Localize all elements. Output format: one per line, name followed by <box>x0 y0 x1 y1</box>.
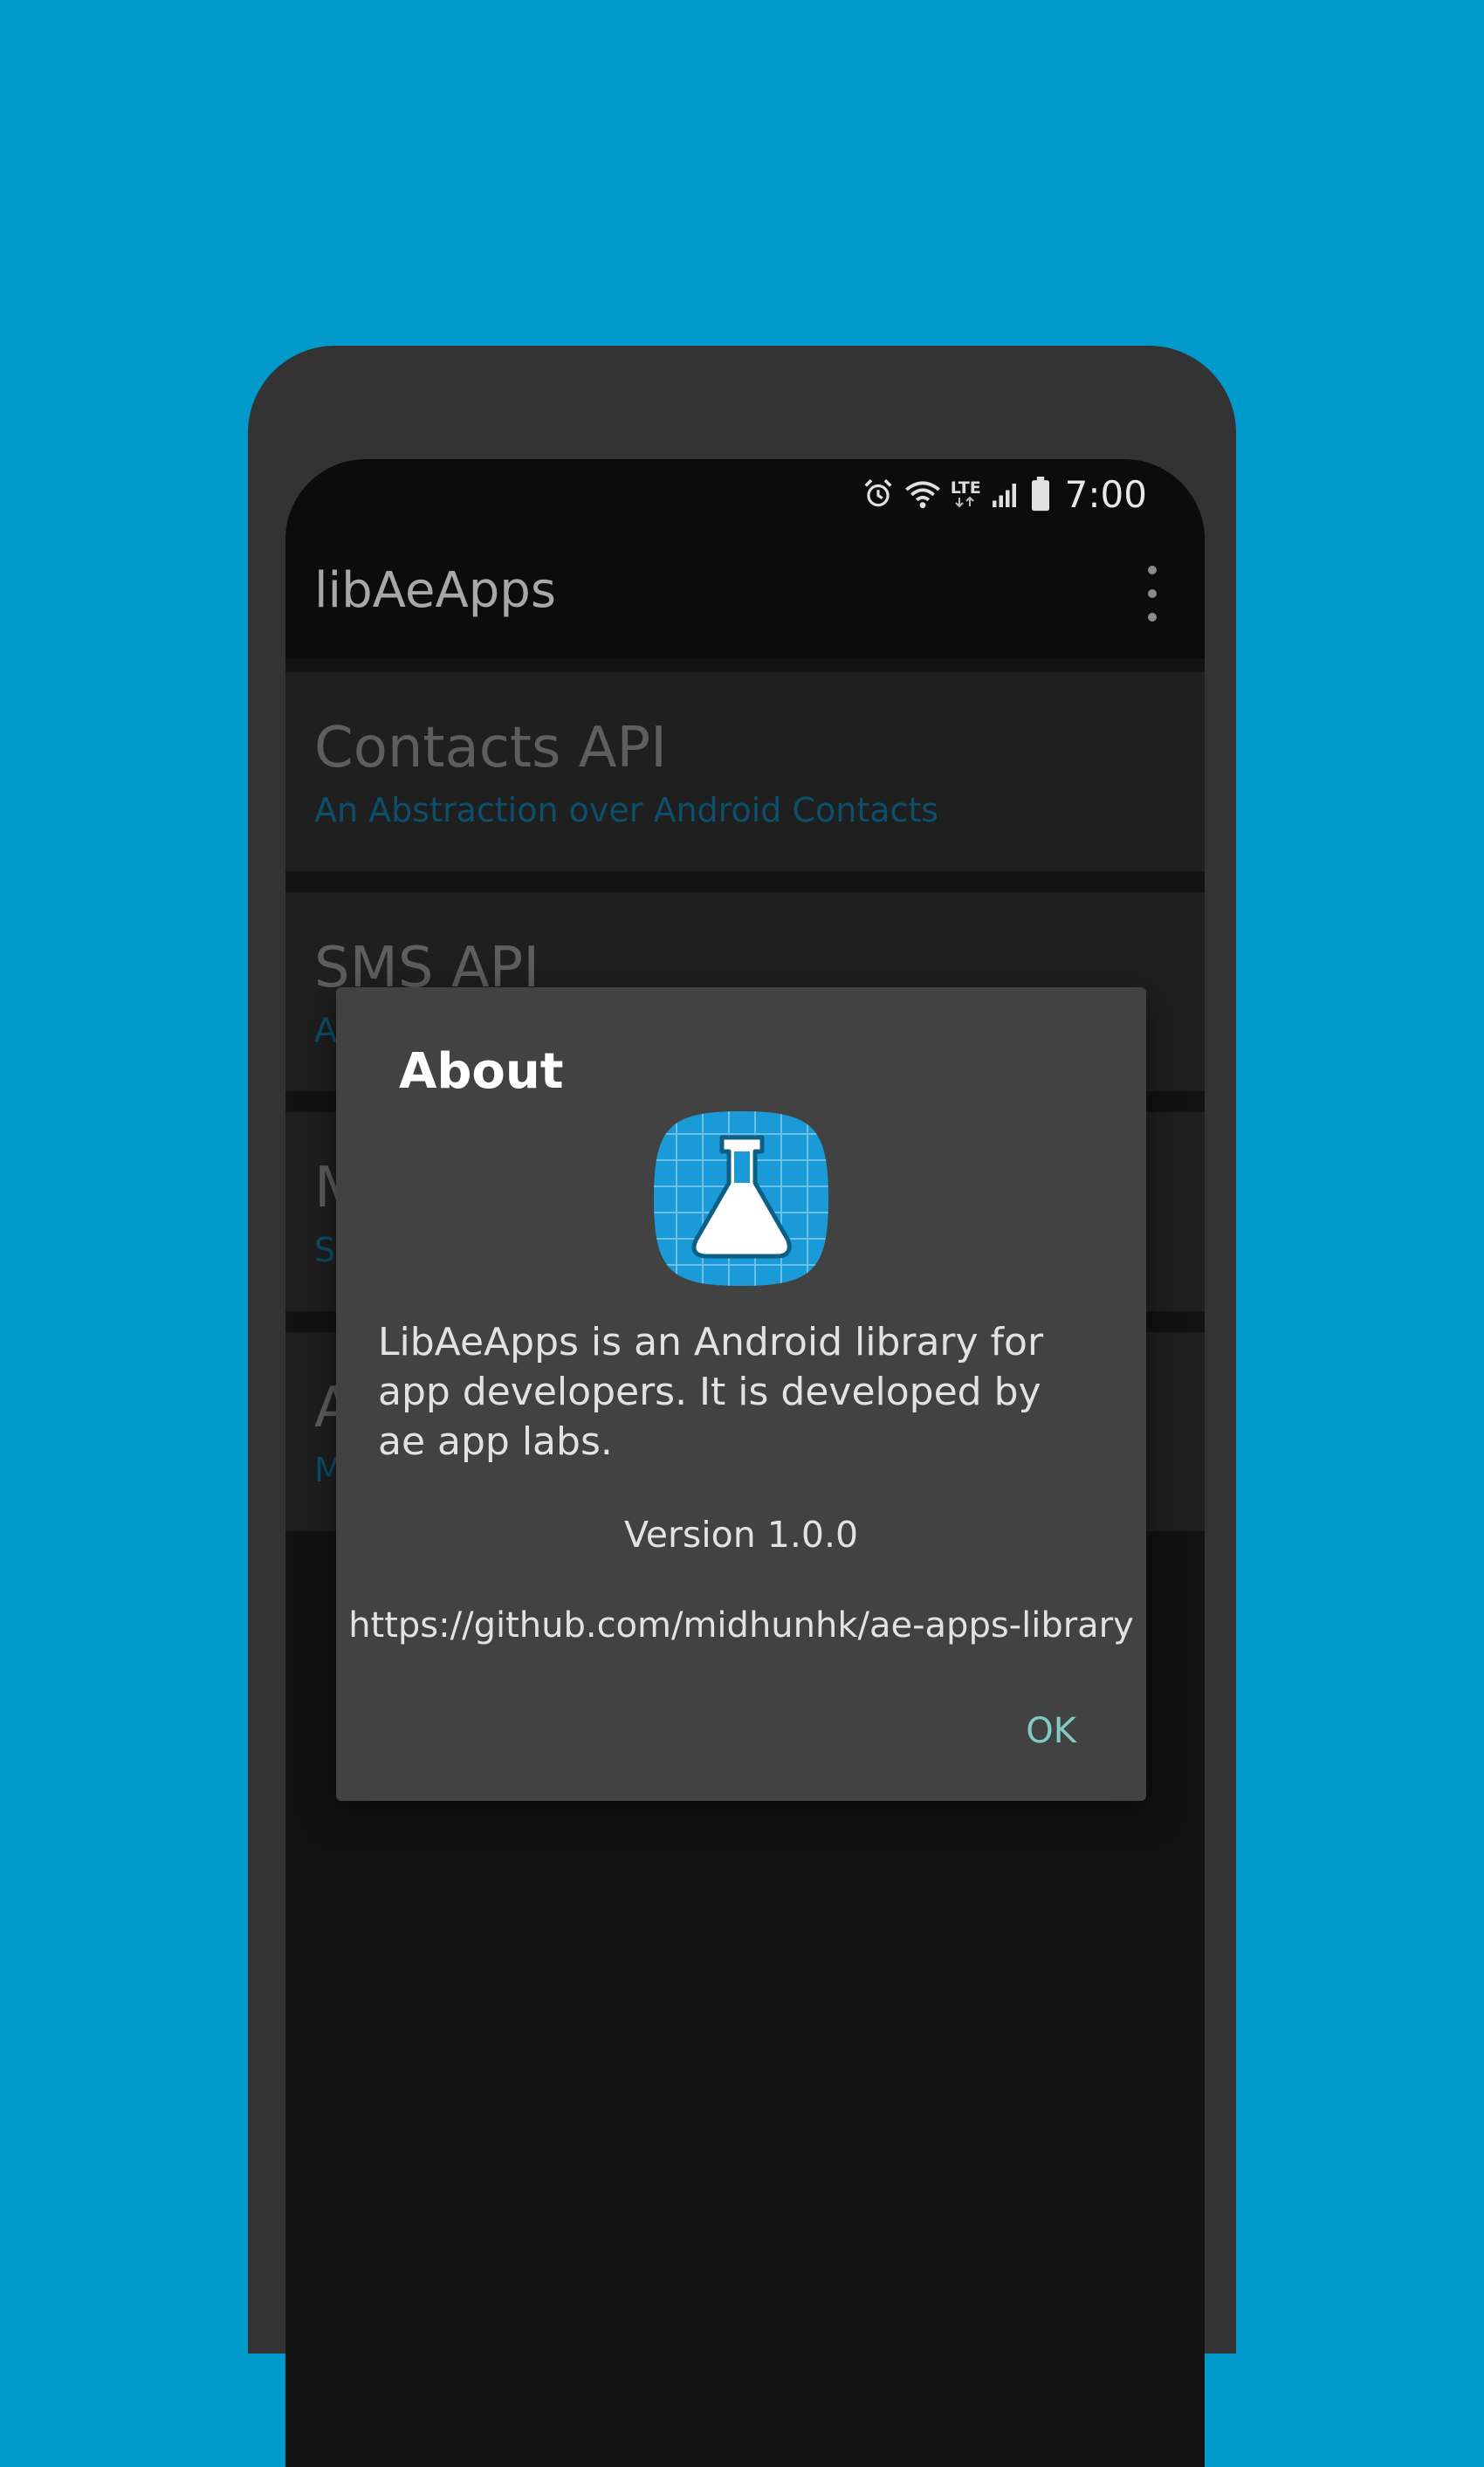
status-bar: LTE 7:00 <box>285 459 1205 529</box>
overflow-menu-icon[interactable] <box>1135 566 1170 622</box>
signal-icon <box>990 478 1021 510</box>
alarm-icon <box>862 478 895 511</box>
list-item-title: Contacts API <box>314 716 667 780</box>
list-item-subtitle: A <box>314 1011 337 1049</box>
about-dialog: About LibAeApps is an Android library fo… <box>336 987 1146 1801</box>
app-title: libAeApps <box>314 562 557 619</box>
dialog-version: Version 1.0.0 <box>623 1514 859 1556</box>
flask-icon <box>650 1108 832 1289</box>
dialog-description: LibAeApps is an Android library for app … <box>378 1320 1044 1464</box>
list-item-subtitle: S <box>314 1231 336 1269</box>
status-icons: LTE 7:00 <box>862 466 1147 522</box>
app-bar: libAeApps <box>285 529 1205 658</box>
wifi-icon <box>903 478 942 511</box>
dialog-title: About <box>399 1043 564 1100</box>
status-clock: 7:00 <box>1064 472 1147 516</box>
ok-button[interactable]: OK <box>1019 1703 1083 1759</box>
list-item-subtitle: An Abstraction over Android Contacts <box>314 791 939 829</box>
lte-icon: LTE <box>951 480 981 508</box>
battery-icon <box>1030 477 1051 512</box>
dialog-url-link[interactable]: https://github.com/midhunhk/ae-apps-libr… <box>336 1605 1146 1646</box>
list-item-contacts[interactable]: Contacts API An Abstraction over Android… <box>285 672 1205 871</box>
